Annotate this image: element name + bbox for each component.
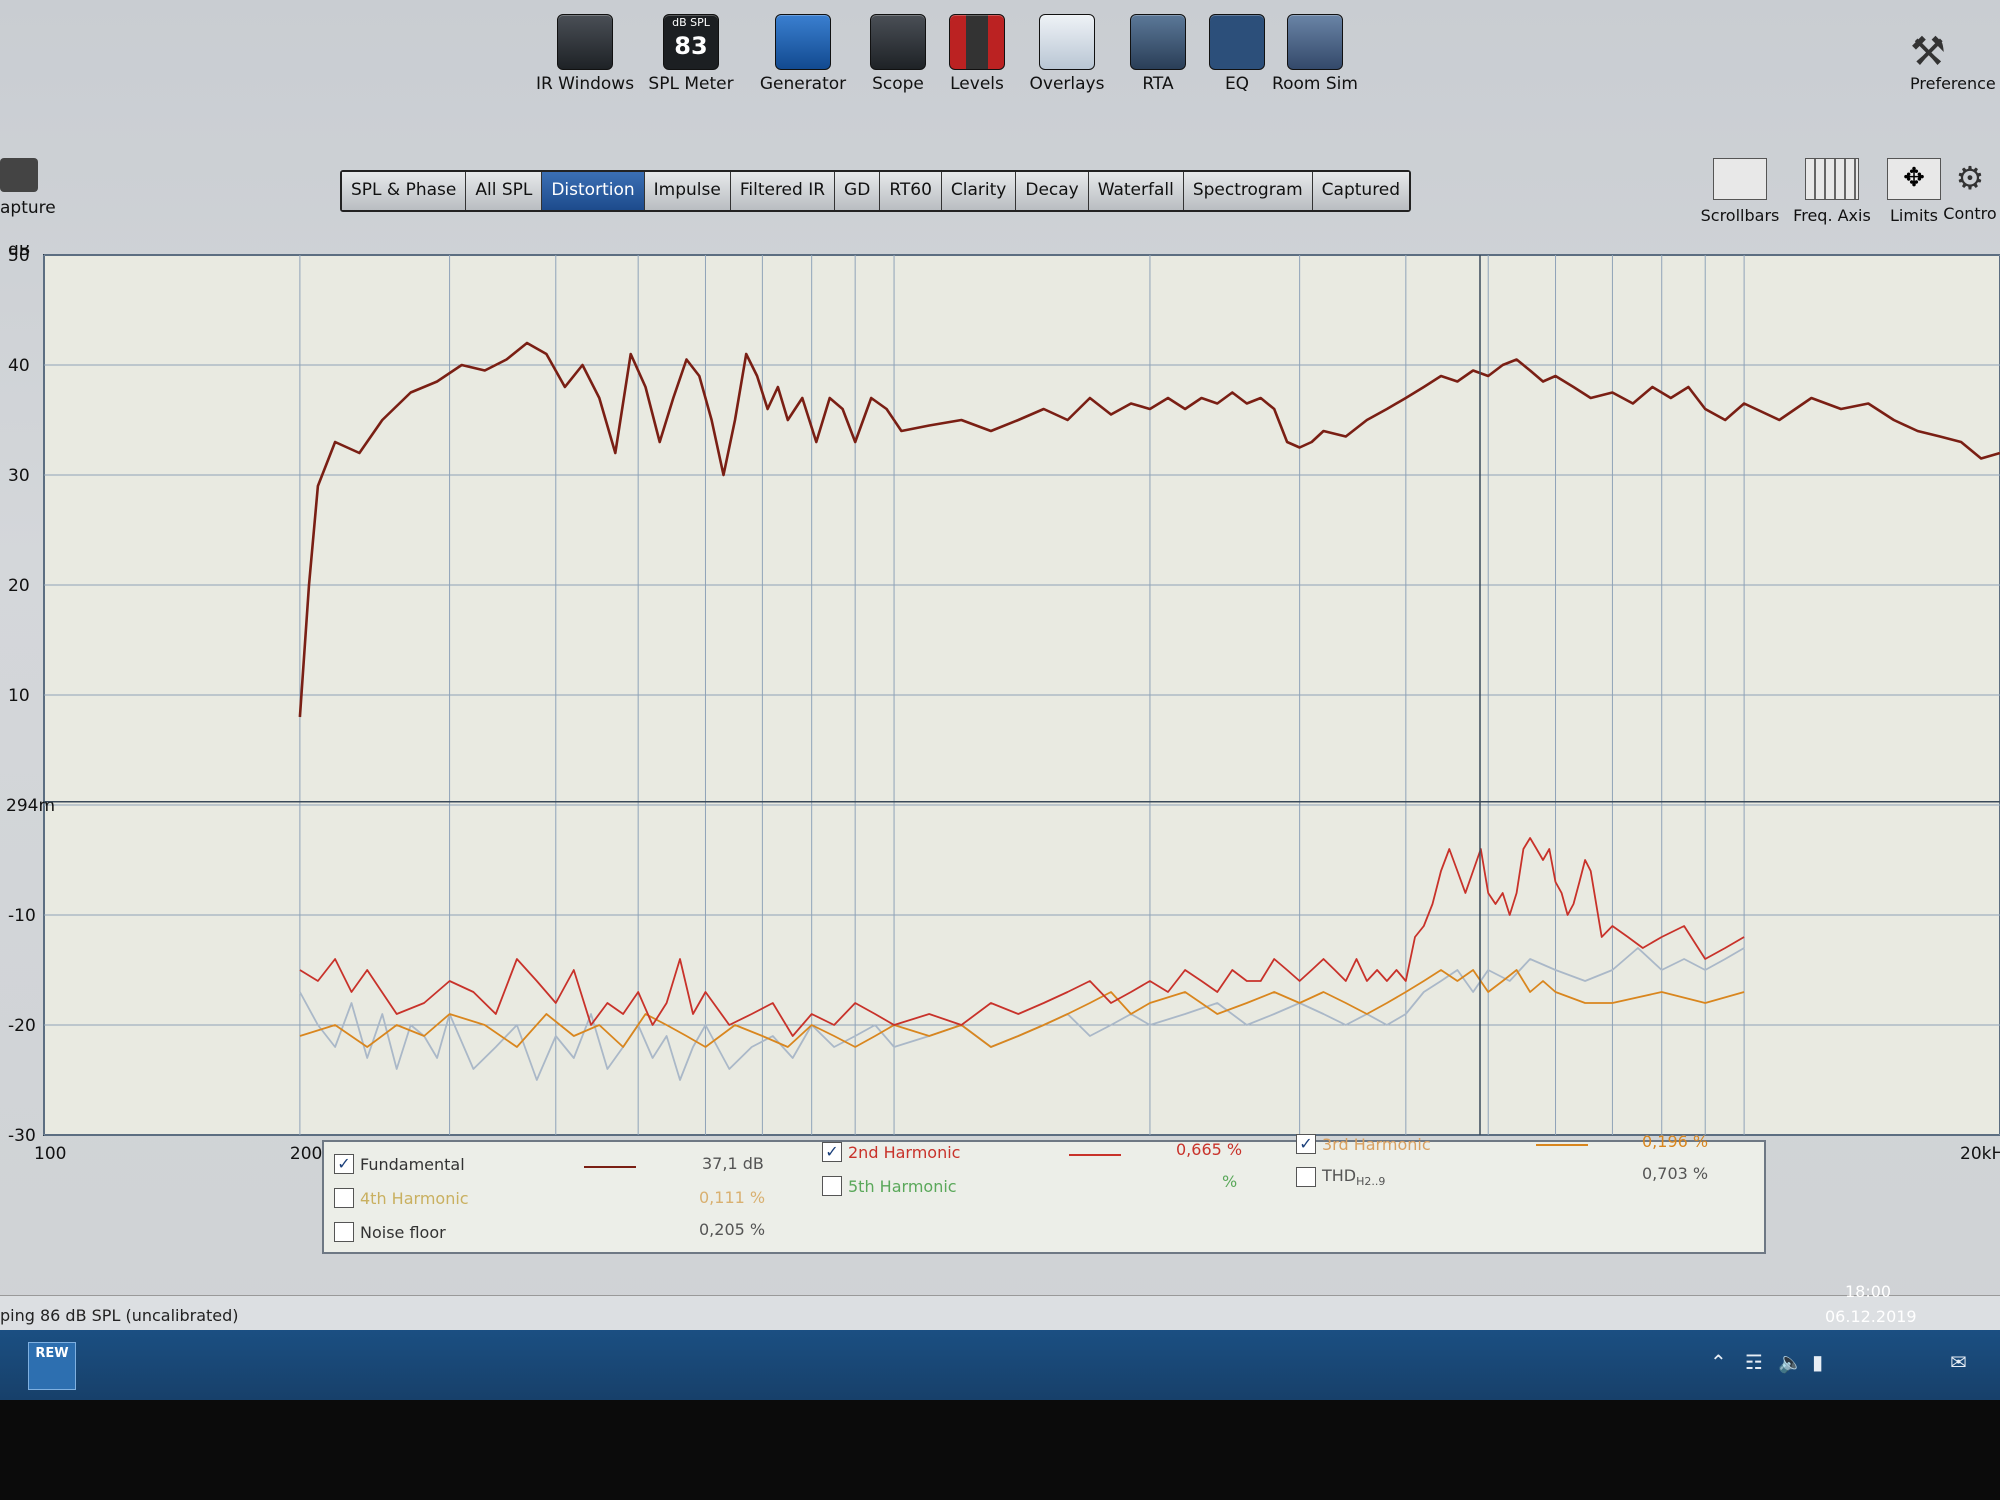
volume-icon[interactable]: 🔈: [1778, 1350, 1803, 1374]
legend-4th-harmonic[interactable]: 4th Harmonic: [334, 1188, 469, 1208]
controls-button[interactable]: ⚙ Contro: [1940, 158, 2000, 223]
chevron-up-icon[interactable]: ⌃: [1710, 1350, 1727, 1374]
y-tick-label: -10: [8, 906, 36, 926]
levels-icon: [949, 14, 1005, 70]
rew-window: IR Windows dB SPL 83 SPL Meter Generator…: [0, 0, 2000, 1400]
5th-harmonic-checkbox[interactable]: [822, 1176, 842, 1196]
top-toolbar: IR Windows dB SPL 83 SPL Meter Generator…: [0, 0, 2000, 120]
4th-harmonic-checkbox[interactable]: [334, 1188, 354, 1208]
fundamental-checkbox[interactable]: ✓: [334, 1154, 354, 1174]
capture-button[interactable]: apture: [0, 158, 56, 218]
scope-icon: [870, 14, 926, 70]
graph-tab-bar: SPL & Phase All SPL Distortion Impulse F…: [340, 170, 1412, 212]
y-tick-label: -20: [8, 1016, 36, 1036]
distortion-graph[interactable]: dB 5040302010294m-10-20-30 1002003004005…: [0, 245, 2000, 1165]
legend-panel: ✓ Fundamental 37,1 dB ✓ 2nd Harmonic 0,6…: [322, 1132, 1766, 1254]
legend-2nd-harmonic[interactable]: ✓ 2nd Harmonic: [822, 1142, 960, 1162]
tab-distortion[interactable]: Distortion: [542, 172, 645, 210]
gear-icon: ⚙: [1955, 159, 1985, 197]
room-sim-icon: [1287, 14, 1343, 70]
eq-icon: [1209, 14, 1265, 70]
legend-thd[interactable]: THDH2..9: [1296, 1166, 1385, 1188]
windows-taskbar: REW ⌃ ☶ 🔈 ▮ ✉: [0, 1330, 2000, 1400]
fundamental-swatch: [584, 1166, 636, 1168]
tab-rt60[interactable]: RT60: [880, 172, 942, 210]
preferences-button[interactable]: ⚒ Preference: [1910, 30, 2000, 93]
network-icon[interactable]: ☶: [1745, 1350, 1763, 1374]
x-tick-label: 200: [290, 1144, 322, 1164]
thd-checkbox[interactable]: [1296, 1167, 1316, 1188]
tab-all-spl[interactable]: All SPL: [466, 172, 543, 210]
overlays-icon: [1039, 14, 1095, 70]
y-tick-label: 30: [8, 466, 30, 486]
tab-filtered-ir[interactable]: Filtered IR: [730, 172, 836, 210]
legend-5th-harmonic[interactable]: 5th Harmonic: [822, 1176, 957, 1196]
tab-clarity[interactable]: Clarity: [941, 172, 1017, 210]
y-tick-label: 50: [8, 246, 30, 266]
tab-decay[interactable]: Decay: [1016, 172, 1089, 210]
clock-time[interactable]: 18:00: [1845, 1282, 1891, 1301]
y-tick-label: -30: [8, 1126, 36, 1146]
ir-windows-button[interactable]: IR Windows: [530, 14, 640, 94]
y-tick-label: 40: [8, 356, 30, 376]
spl-meter-button[interactable]: dB SPL 83 SPL Meter: [636, 14, 746, 94]
notification-icon[interactable]: ✉: [1950, 1350, 1967, 1374]
generator-icon: [775, 14, 831, 70]
limits-icon: ✥: [1887, 158, 1941, 200]
tab-gd[interactable]: GD: [835, 172, 881, 210]
battery-icon[interactable]: ▮: [1812, 1350, 1823, 1374]
legend-3rd-harmonic[interactable]: ✓ 3rd Harmonic: [1296, 1134, 1431, 1154]
tab-spectrogram[interactable]: Spectrogram: [1183, 172, 1313, 210]
rew-taskbar-icon[interactable]: REW: [28, 1342, 76, 1390]
tab-waterfall[interactable]: Waterfall: [1088, 172, 1184, 210]
room-sim-button[interactable]: Room Sim: [1260, 14, 1370, 94]
3rd-harmonic-swatch: [1536, 1144, 1588, 1146]
legend-noise-floor[interactable]: Noise floor: [334, 1222, 446, 1242]
y-tick-label: 294m: [6, 796, 55, 816]
noise-floor-checkbox[interactable]: [334, 1222, 354, 1242]
camera-icon: [0, 158, 38, 192]
freq-axis-icon: [1805, 158, 1859, 200]
status-text: ping 86 dB SPL (uncalibrated): [0, 1306, 239, 1325]
rta-icon: [1130, 14, 1186, 70]
generator-button[interactable]: Generator: [748, 14, 858, 94]
scrollbars-button[interactable]: Scrollbars: [1690, 158, 1790, 225]
3rd-harmonic-checkbox[interactable]: ✓: [1296, 1134, 1316, 1154]
2nd-harmonic-swatch: [1069, 1154, 1121, 1156]
scrollbars-icon: [1713, 158, 1767, 200]
tab-captured[interactable]: Captured: [1312, 172, 1410, 210]
spl-meter-icon: dB SPL 83: [663, 14, 719, 70]
wrench-icon: ⚒: [1910, 29, 1946, 75]
legend-fundamental[interactable]: ✓ Fundamental: [334, 1154, 465, 1174]
tab-impulse[interactable]: Impulse: [644, 172, 731, 210]
y-tick-label: 20: [8, 576, 30, 596]
ir-windows-icon: [557, 14, 613, 70]
tab-spl-phase[interactable]: SPL & Phase: [342, 172, 467, 210]
x-tick-label: 20kH: [1960, 1144, 2000, 1164]
x-tick-label: 100: [34, 1144, 66, 1164]
y-tick-label: 10: [8, 686, 30, 706]
clock-date[interactable]: 06.12.2019: [1825, 1307, 1917, 1326]
2nd-harmonic-checkbox[interactable]: ✓: [822, 1142, 842, 1162]
